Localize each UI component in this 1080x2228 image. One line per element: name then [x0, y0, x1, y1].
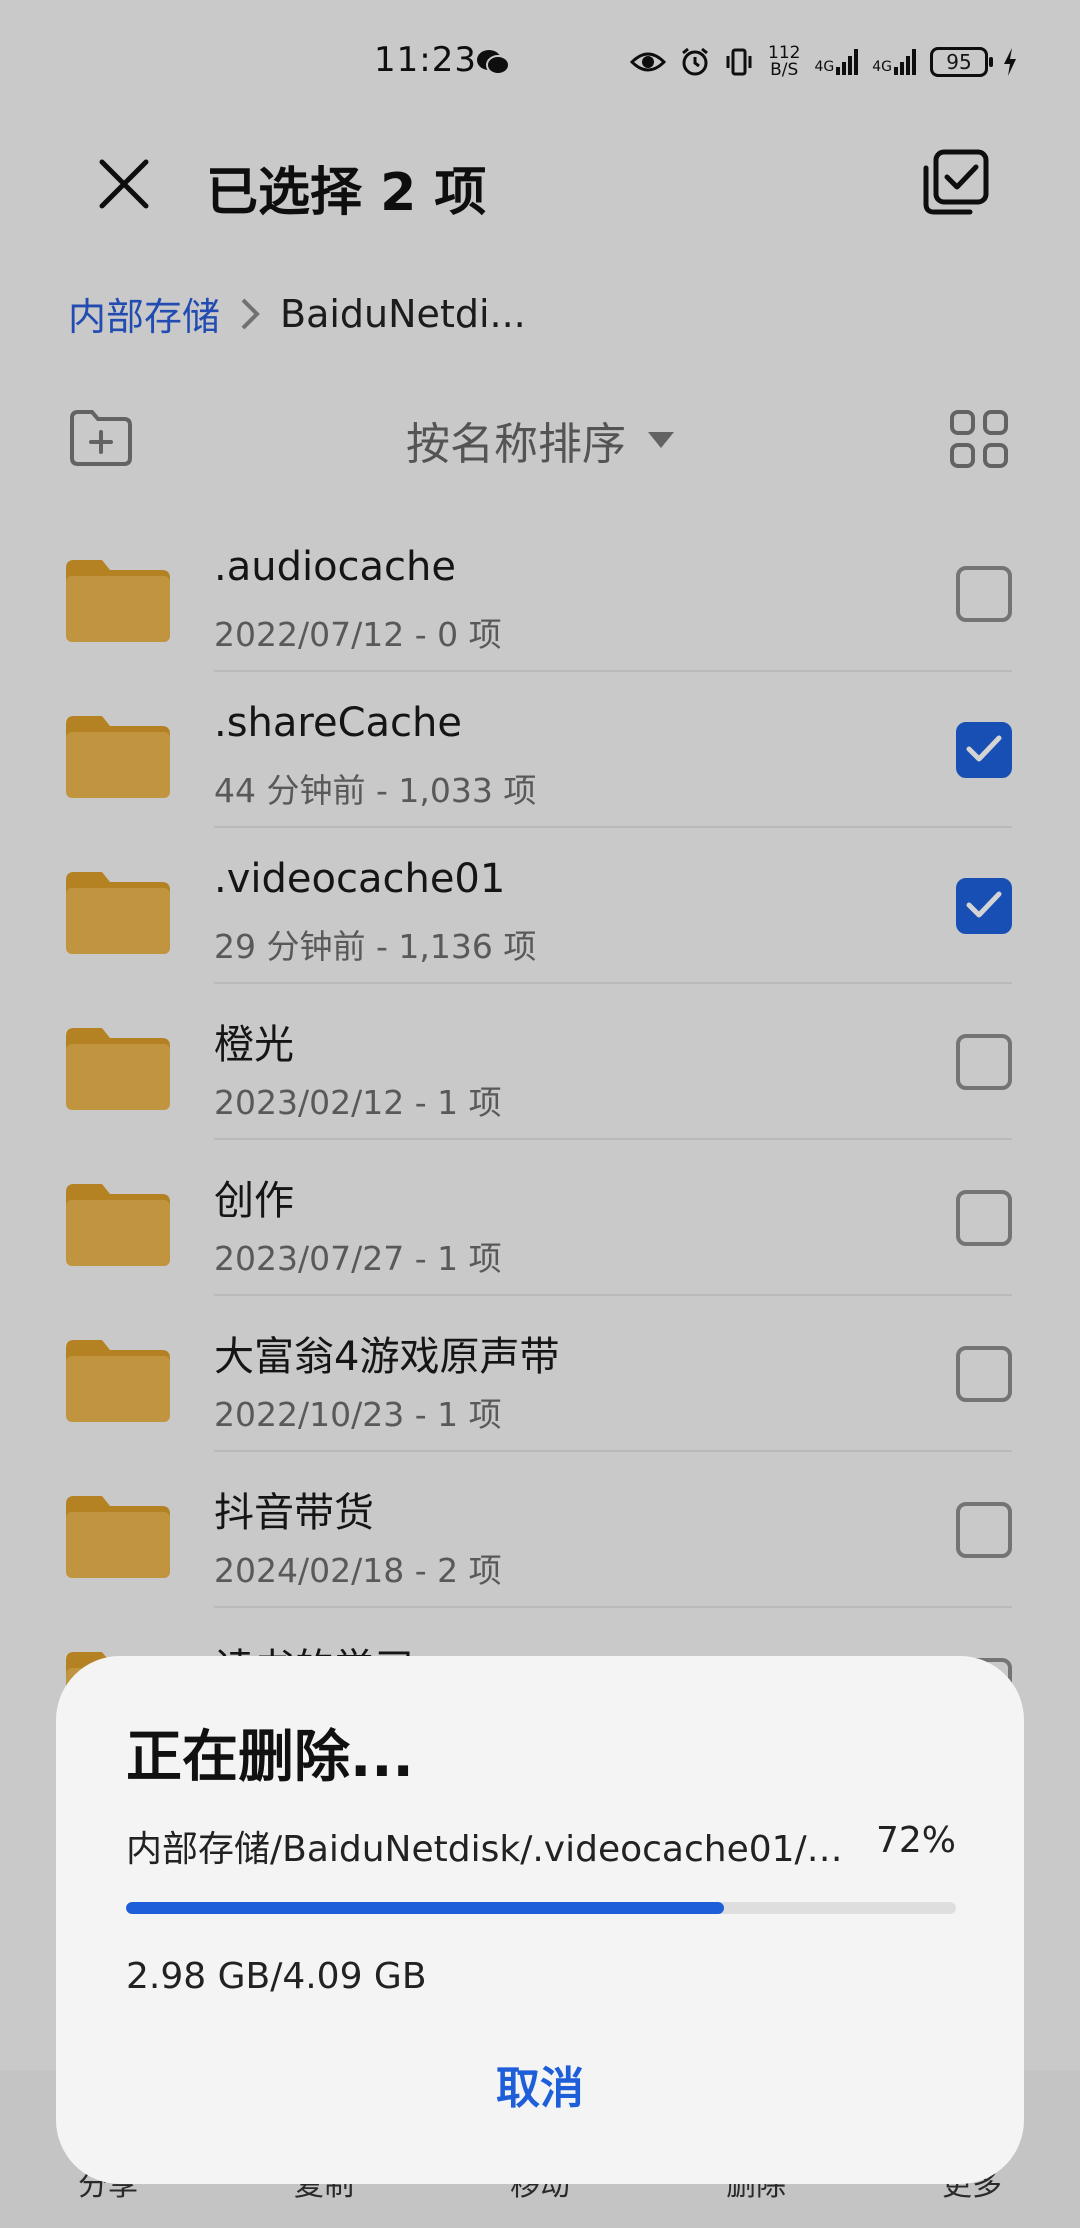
progress-bar-fill [126, 1902, 724, 1914]
progress-bar [126, 1902, 956, 1914]
size-progress: 2.98 GB/4.09 GB [126, 1956, 427, 1997]
current-file-path: 内部存储/BaiduNetdisk/.videocache01/pre... [126, 1829, 846, 1870]
cancel-button[interactable]: 取消 [56, 2052, 1024, 2116]
delete-progress-dialog: 正在删除... 内部存储/BaiduNetdisk/.videocache01/… [56, 1656, 1024, 2184]
dialog-title: 正在删除... [126, 1725, 414, 1790]
progress-percent: 72% [875, 1820, 956, 1861]
